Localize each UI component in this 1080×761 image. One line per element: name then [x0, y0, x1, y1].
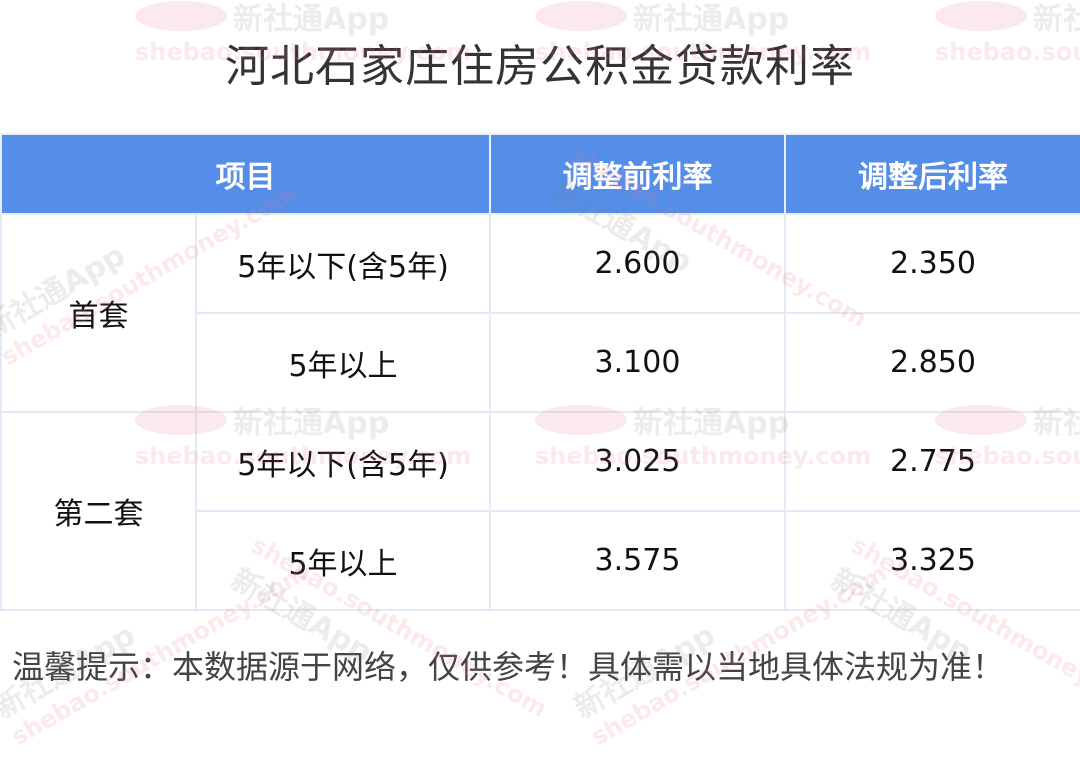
sb-logo-icon: [935, 1, 1027, 31]
sb-logo-icon: [535, 1, 627, 31]
before-rate-cell: 3.025: [489, 411, 786, 512]
after-rate-cell: 2.350: [784, 213, 1080, 314]
header-before-rate: 调整前利率: [489, 133, 786, 215]
table-row: 首套 5年以下(含5年) 2.600 2.350: [0, 213, 1080, 413]
term-cell: 5年以下(含5年): [195, 411, 491, 512]
disclaimer-notice: 温馨提示：本数据源于网络，仅供参考！具体需以当地具体法规为准！: [12, 648, 1005, 686]
term-cell: 5年以下(含5年): [195, 213, 491, 314]
page-title: 河北石家庄住房公积金贷款利率: [225, 41, 855, 92]
after-rate-cell: 3.325: [784, 510, 1080, 611]
before-rate-cell: 2.600: [489, 213, 786, 314]
before-rate-cell: 3.100: [489, 312, 786, 413]
term-cell: 5年以上: [195, 312, 491, 413]
header-item: 项目: [0, 133, 491, 215]
header-after-rate: 调整后利率: [784, 133, 1080, 215]
term-cell: 5年以上: [195, 510, 491, 611]
sb-logo-icon: [135, 1, 227, 31]
after-rate-cell: 2.850: [784, 312, 1080, 413]
after-rate-cell: 2.775: [784, 411, 1080, 512]
before-rate-cell: 3.575: [489, 510, 786, 611]
group-second-home: 第二套: [0, 411, 197, 611]
table-header-row: 项目 调整前利率 调整后利率: [0, 133, 1080, 215]
rate-table: 项目 调整前利率 调整后利率 首套 5年以下(含5年) 2.600 2.350 …: [0, 133, 1080, 611]
table-row: 第二套 5年以下(含5年) 3.025 2.775: [0, 411, 1080, 611]
group-first-home: 首套: [0, 213, 197, 413]
